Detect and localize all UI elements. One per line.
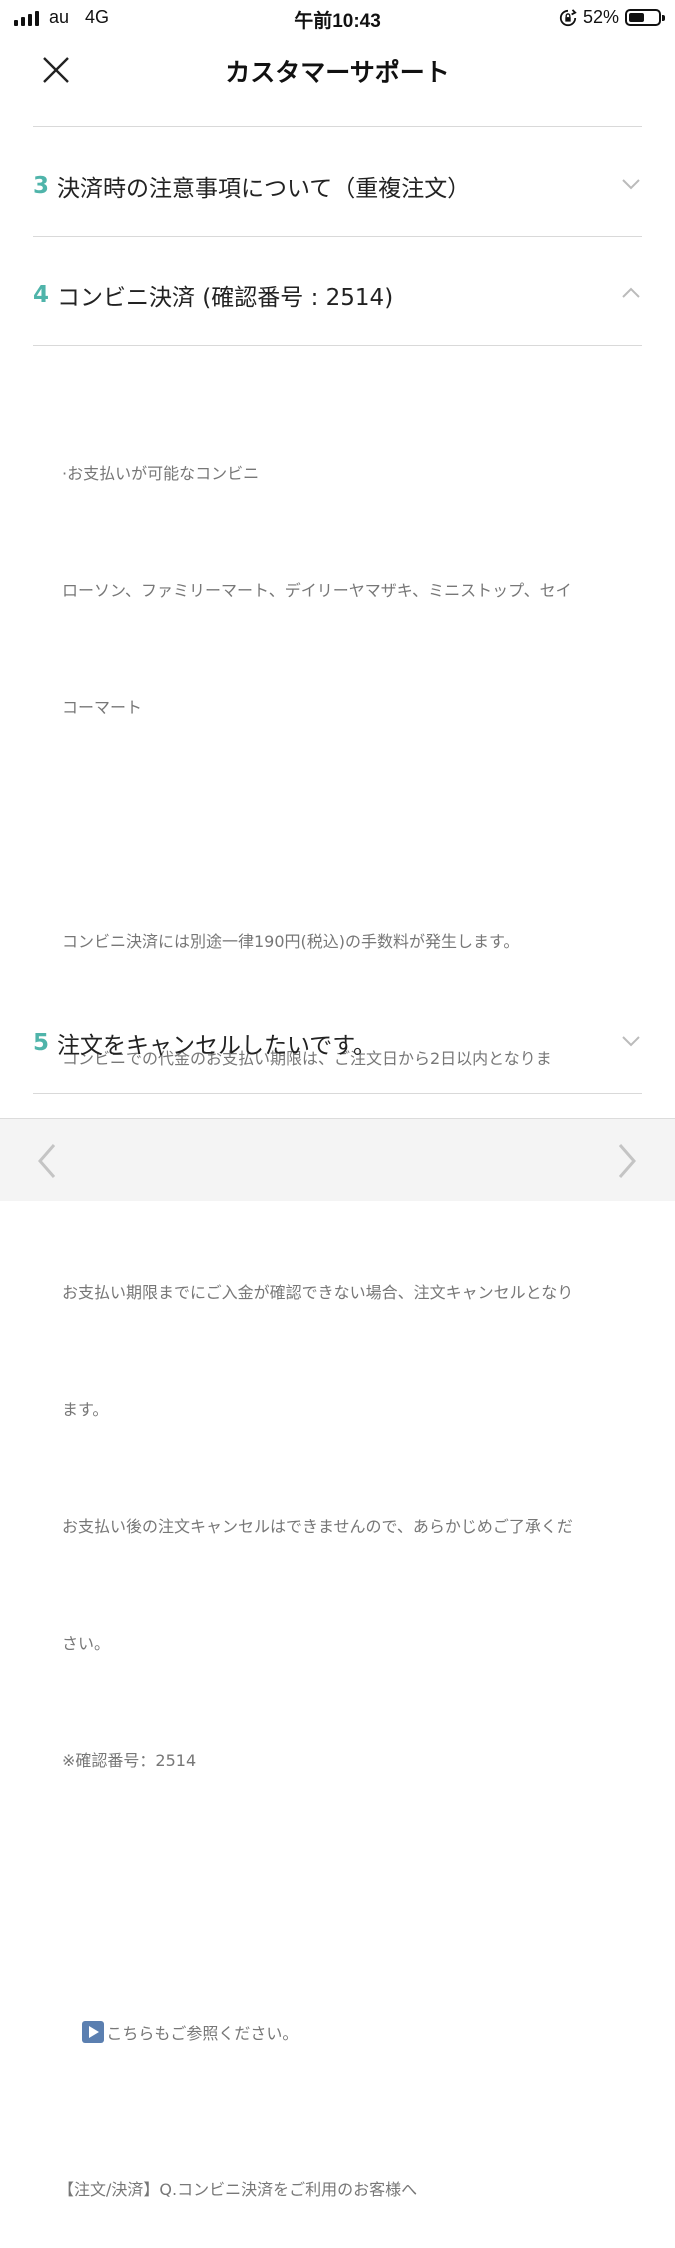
faq-item-4[interactable]: 4 コンビニ決済 (確認番号 : 2514) bbox=[33, 260, 642, 330]
faq-answer: ·お支払いが可能なコンビニ ローソン、ファミリーマート、デイリーヤマザキ、ミニス… bbox=[58, 376, 622, 2248]
faq-question: 注文をキャンセルしたいです。 bbox=[57, 1033, 377, 1059]
faq-question: 決済時の注意事項について（重複注文） bbox=[57, 176, 471, 202]
faq-number: 3 bbox=[33, 173, 50, 199]
chevron-down-icon bbox=[622, 179, 640, 190]
battery-icon bbox=[625, 9, 665, 26]
battery-percent: 52% bbox=[582, 7, 619, 27]
play-icon bbox=[82, 2021, 105, 2043]
answer-line: ※確認番号：2514 bbox=[62, 1751, 197, 1770]
reference-text: こちらもご参照ください。 bbox=[106, 2024, 299, 2043]
answer-line: ·お支払いが可能なコンビニ bbox=[62, 464, 260, 483]
answer-line: お支払い期限までにご入金が確認できない場合、注文キャンセルとなり bbox=[62, 1283, 574, 1302]
answer-line: コーマート bbox=[62, 698, 143, 717]
page-title: カスタマーサポート bbox=[225, 58, 450, 87]
faq-item-3[interactable]: 3 決済時の注意事項について（重複注文） bbox=[33, 151, 642, 221]
faq-number: 5 bbox=[33, 1030, 50, 1056]
answer-line: さい。 bbox=[62, 1634, 111, 1653]
chevron-left-icon[interactable] bbox=[32, 1141, 62, 1181]
chevron-up-icon bbox=[622, 287, 640, 298]
reference-line: こちらもご参照ください。 bbox=[62, 1975, 622, 2092]
status-right: 52% bbox=[559, 7, 665, 28]
faq-question: コンビニ決済 (確認番号 : 2514) bbox=[57, 285, 394, 311]
answer-line bbox=[62, 805, 622, 844]
answer-line: お支払い後の注文キャンセルはできませんので、あらかじめご了承くだ bbox=[62, 1517, 573, 1536]
answer-line: コンビニ決済には別途一律190円(税込)の手数料が発生します。 bbox=[62, 932, 520, 951]
chevron-right-icon[interactable] bbox=[612, 1141, 642, 1181]
rotation-lock-icon bbox=[559, 8, 577, 26]
divider bbox=[33, 236, 642, 237]
answer-line: ローソン、ファミリーマート、デイリーヤマザキ、ミニストップ、セイ bbox=[62, 581, 572, 600]
answer-line: ます。 bbox=[62, 1400, 109, 1419]
header: カスタマーサポート bbox=[0, 36, 675, 104]
faq-item-5[interactable]: 5 注文をキャンセルしたいです。 bbox=[33, 1008, 642, 1078]
divider bbox=[33, 345, 642, 346]
chevron-down-icon bbox=[622, 1036, 640, 1047]
answer-line bbox=[62, 1858, 622, 1897]
browser-toolbar bbox=[0, 1118, 675, 1201]
divider bbox=[33, 126, 642, 127]
battery-fill bbox=[629, 13, 644, 22]
reference-link[interactable]: 【注文/決済】Q.コンビニ決済をご利用のお客様へ bbox=[58, 2170, 622, 2209]
faq-number: 4 bbox=[33, 282, 50, 308]
divider bbox=[33, 1093, 642, 1094]
status-bar: au 4G 午前10:43 52% bbox=[0, 0, 675, 36]
